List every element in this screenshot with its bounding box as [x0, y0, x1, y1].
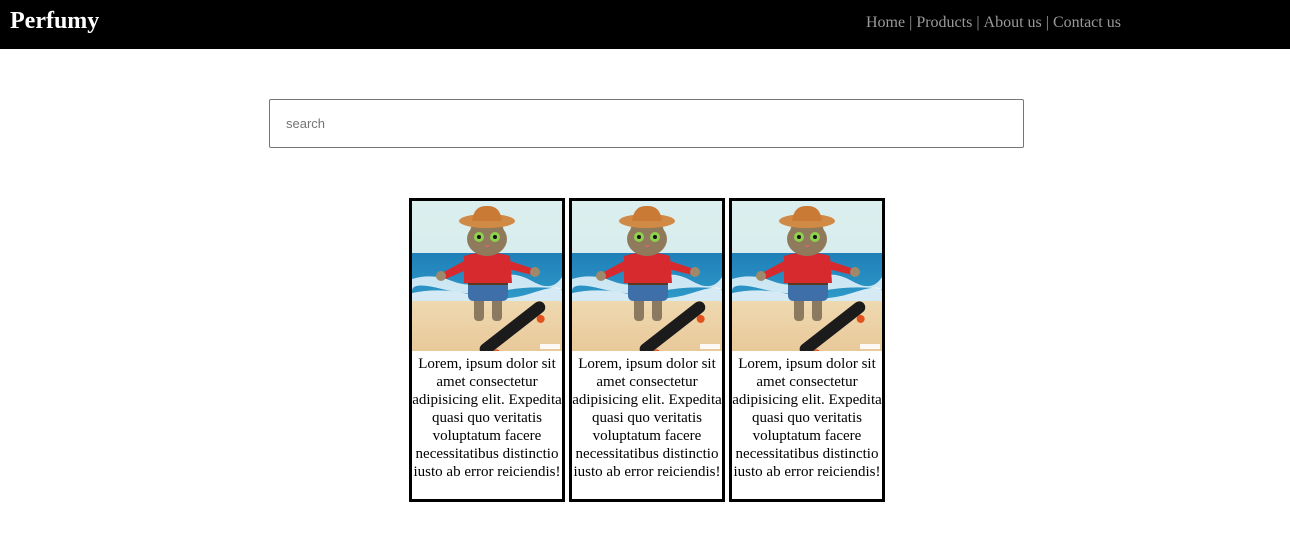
product-card[interactable]: Lorem, ipsum dolor sit amet consectetur … — [409, 198, 565, 502]
brand-logo-text[interactable]: Perfumy — [10, 6, 99, 36]
product-description: Lorem, ipsum dolor sit amet consectetur … — [732, 356, 882, 480]
product-description: Lorem, ipsum dolor sit amet consectetur … — [412, 356, 562, 480]
product-card[interactable]: Lorem, ipsum dolor sit amet consectetur … — [729, 198, 885, 502]
product-card[interactable]: Lorem, ipsum dolor sit amet consectetur … — [569, 198, 725, 502]
cat-skateboard-image — [572, 201, 722, 351]
nav-link-about-us[interactable]: About us — [984, 14, 1042, 31]
cat-skateboard-image — [412, 201, 562, 351]
main-nav: Home | Products | About us | Contact us — [866, 13, 1121, 33]
product-description: Lorem, ipsum dolor sit amet consectetur … — [572, 356, 722, 480]
nav-link-contact-us[interactable]: Contact us — [1053, 14, 1121, 31]
nav-separator: | — [1045, 14, 1049, 31]
search-input[interactable] — [269, 99, 1024, 148]
product-card-list: Lorem, ipsum dolor sit amet consectetur … — [409, 198, 885, 502]
nav-separator: | — [976, 14, 980, 31]
nav-separator: | — [909, 14, 913, 31]
nav-link-home[interactable]: Home — [866, 14, 905, 31]
nav-link-products[interactable]: Products — [916, 14, 972, 31]
navbar: Perfumy Home | Products | About us | Contact u… — [0, 0, 1290, 49]
cat-skateboard-image — [732, 201, 882, 351]
